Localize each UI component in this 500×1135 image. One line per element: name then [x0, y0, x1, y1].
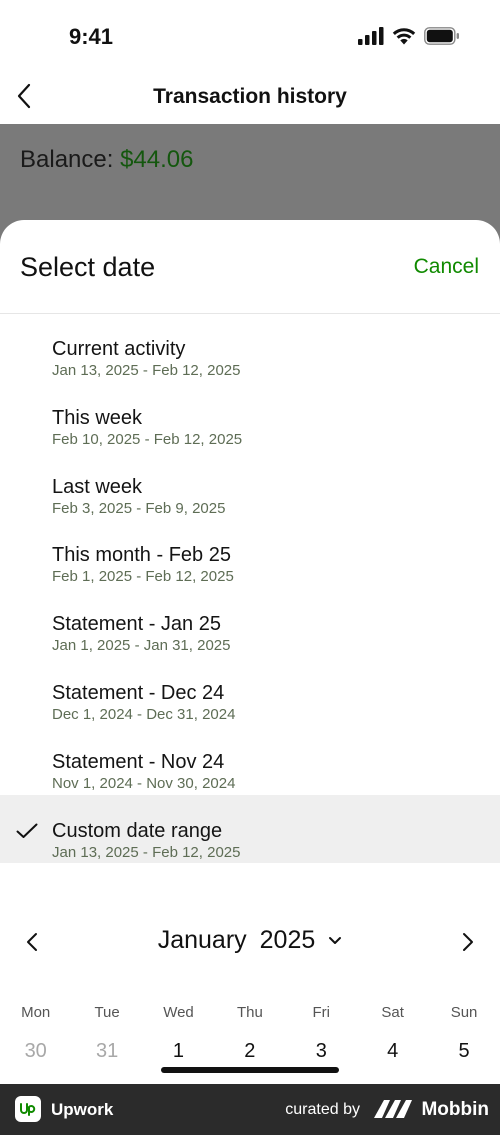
option-range: Jan 1, 2025 - Jan 31, 2025	[52, 637, 231, 655]
weekday-label: Sun	[450, 1004, 478, 1021]
option-range: Jan 13, 2025 - Feb 12, 2025	[52, 843, 241, 861]
calendar-day[interactable]: 4	[357, 1040, 428, 1063]
calendar-day[interactable]: 31	[71, 1040, 142, 1063]
option-statement-dec[interactable]: Statement - Dec 24 Dec 1, 2024 - Dec 31,…	[0, 657, 500, 726]
option-last-week[interactable]: Last week Feb 3, 2025 - Feb 9, 2025	[0, 451, 500, 520]
option-label: Statement - Nov 24	[52, 750, 225, 773]
option-label: This week	[52, 406, 143, 429]
calendar-week-row: 30 31 1 2 3 4 5	[0, 1040, 500, 1063]
calendar-day[interactable]: 3	[286, 1040, 357, 1063]
option-label: This month - Feb 25	[52, 544, 231, 567]
weekday-label: Sat	[381, 1004, 404, 1021]
year-label: 2025	[259, 926, 316, 954]
option-range: Feb 1, 2025 - Feb 12, 2025	[52, 568, 234, 586]
upwork-logo-icon	[15, 1096, 41, 1122]
option-label: Current activity	[52, 338, 186, 360]
weekday-header: Mon Tue Wed Thu Fri Sat Sun	[0, 1004, 500, 1021]
weekday-label: Mon	[21, 1004, 51, 1021]
home-indicator	[161, 1067, 339, 1073]
option-range: Feb 10, 2025 - Feb 12, 2025	[52, 430, 243, 448]
mobbin-logo-icon	[374, 1100, 412, 1118]
option-statement-jan[interactable]: Statement - Jan 25 Jan 1, 2025 - Jan 31,…	[0, 588, 500, 657]
option-statement-nov[interactable]: Statement - Nov 24 Nov 1, 2024 - Nov 30,…	[0, 726, 500, 795]
calendar-day[interactable]: 2	[214, 1040, 285, 1063]
status-time: 9:41	[69, 24, 114, 49]
option-label: Statement - Dec 24	[52, 681, 225, 704]
footer-bar: Upwork curated by Mobbin	[0, 1084, 500, 1135]
option-range: Dec 1, 2024 - Dec 31, 2024	[52, 705, 236, 723]
page-title: Transaction history	[153, 85, 347, 108]
option-this-week[interactable]: This week Feb 10, 2025 - Feb 12, 2025	[0, 382, 500, 451]
option-current-activity[interactable]: Current activity Jan 13, 2025 - Feb 12, …	[0, 313, 500, 382]
select-date-sheet: Select date Cancel Current activity Jan …	[0, 220, 500, 1084]
weekday-label: Thu	[236, 1004, 263, 1021]
sheet-title: Select date	[20, 252, 156, 282]
balance-label: Balance:	[20, 146, 114, 173]
cellular-signal-icon	[358, 27, 384, 45]
option-custom-date-range[interactable]: Custom date range Jan 13, 2025 - Feb 12,…	[0, 794, 500, 864]
option-range: Nov 1, 2024 - Nov 30, 2024	[52, 774, 236, 792]
weekday-label: Fri	[312, 1004, 331, 1021]
next-month-button[interactable]	[458, 930, 478, 954]
balance-text: Balance: $44.06	[20, 146, 193, 174]
month-year-selector[interactable]: January 2025	[0, 926, 500, 955]
cancel-button[interactable]: Cancel	[414, 255, 479, 279]
date-options-list: Current activity Jan 13, 2025 - Feb 12, …	[0, 313, 500, 864]
balance-amount: $44.06	[120, 146, 194, 173]
chevron-right-icon	[463, 933, 473, 951]
weekday-label: Wed	[163, 1004, 194, 1021]
status-bar: 9:41	[0, 0, 500, 72]
option-label: Custom date range	[52, 819, 223, 842]
footer-brand: Upwork	[51, 1100, 114, 1119]
month-label: January	[157, 926, 247, 954]
chevron-down-icon	[329, 936, 342, 944]
option-this-month[interactable]: This month - Feb 25 Feb 1, 2025 - Feb 12…	[0, 519, 500, 588]
nav-bar: Transaction history	[0, 72, 500, 124]
weekday-label: Tue	[94, 1004, 120, 1021]
status-icons	[358, 27, 460, 45]
option-label: Last week	[52, 475, 143, 498]
calendar-day[interactable]: 5	[428, 1040, 499, 1063]
option-range: Feb 3, 2025 - Feb 9, 2025	[52, 499, 226, 517]
option-label: Statement - Jan 25	[52, 613, 221, 636]
footer-mobbin: Mobbin	[421, 1099, 489, 1120]
calendar-day[interactable]: 1	[143, 1040, 214, 1063]
wifi-icon	[392, 28, 416, 45]
checkmark-icon	[16, 823, 38, 838]
footer-curated-by: curated by	[285, 1101, 360, 1118]
battery-icon	[424, 27, 459, 45]
calendar-day[interactable]: 30	[0, 1040, 71, 1063]
option-range: Jan 13, 2025 - Feb 12, 2025	[52, 362, 241, 379]
